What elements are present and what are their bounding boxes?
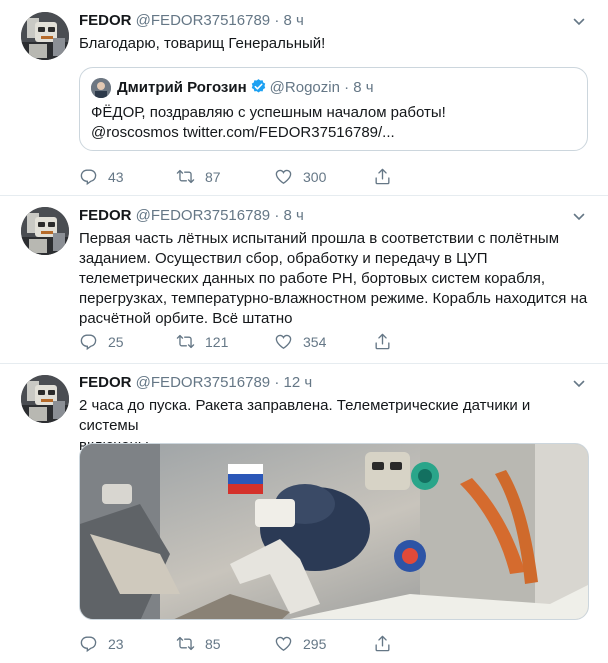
reply-count: 23 bbox=[108, 635, 124, 652]
tweet-header: FEDOR @FEDOR37516789 · 8 ч bbox=[79, 11, 304, 31]
reply-count: 25 bbox=[108, 333, 124, 350]
share-icon bbox=[373, 167, 392, 186]
like-icon bbox=[274, 167, 293, 186]
action-bar: 25 121 354 bbox=[79, 332, 409, 354]
avatar[interactable] bbox=[21, 375, 69, 423]
like-count: 300 bbox=[303, 168, 327, 185]
action-bar: 43 87 300 bbox=[79, 167, 409, 189]
retweet-button[interactable]: 87 bbox=[176, 167, 221, 186]
share-icon bbox=[373, 634, 392, 653]
like-count: 354 bbox=[303, 333, 327, 350]
reply-icon bbox=[79, 167, 98, 186]
author-name[interactable]: FEDOR bbox=[79, 207, 132, 224]
text-line: Первая часть лётных испытаний прошла в с… bbox=[79, 230, 560, 247]
timestamp[interactable]: 8 ч bbox=[283, 207, 303, 224]
reply-icon bbox=[79, 634, 98, 653]
retweet-icon bbox=[176, 332, 195, 351]
timestamp[interactable]: 8 ч bbox=[283, 12, 303, 29]
avatar[interactable] bbox=[21, 12, 69, 60]
like-count: 295 bbox=[303, 635, 327, 652]
tweet-text: Благодарю, товарищ Генеральный! bbox=[79, 35, 326, 52]
reply-button[interactable]: 23 bbox=[79, 634, 124, 653]
reply-button[interactable]: 25 bbox=[79, 332, 124, 351]
reply-count: 43 bbox=[108, 168, 124, 185]
chevron-down-icon[interactable] bbox=[572, 210, 586, 224]
retweet-icon bbox=[176, 634, 195, 653]
reply-button[interactable]: 43 bbox=[79, 167, 124, 186]
separator-dot: · bbox=[274, 12, 280, 29]
timestamp[interactable]: 12 ч bbox=[283, 374, 312, 391]
author-handle[interactable]: @FEDOR37516789 bbox=[136, 12, 270, 29]
tweet-header: FEDOR @FEDOR37516789 · 8 ч bbox=[79, 206, 304, 226]
share-button[interactable] bbox=[373, 332, 402, 351]
spacecraft-cabin-image bbox=[80, 444, 588, 619]
text-line: заданием. Осуществил сбор, обработку и п… bbox=[79, 250, 488, 267]
text-line: 2 часа до пуска. Ракета заправлена. Теле… bbox=[79, 397, 531, 434]
share-icon bbox=[373, 332, 392, 351]
like-icon bbox=[274, 332, 293, 351]
quoted-timestamp: 8 ч bbox=[353, 79, 374, 96]
like-button[interactable]: 300 bbox=[274, 167, 326, 186]
quoted-text: ФЁДОР, поздравляю с успешным началом раб… bbox=[91, 103, 581, 143]
separator-dot: · bbox=[344, 79, 350, 96]
verified-badge-icon bbox=[251, 79, 265, 93]
reply-icon bbox=[79, 332, 98, 351]
chevron-down-icon[interactable] bbox=[572, 15, 586, 29]
like-button[interactable]: 295 bbox=[274, 634, 326, 653]
quoted-tweet[interactable]: Дмитрий Рогозин @Rogozin · 8 ч ФЁДОР, поз… bbox=[79, 67, 588, 151]
quoted-author-name: Дмитрий Рогозин bbox=[117, 79, 247, 96]
retweet-button[interactable]: 85 bbox=[176, 634, 221, 653]
retweet-count: 87 bbox=[205, 168, 221, 185]
like-icon bbox=[274, 634, 293, 653]
separator-dot: · bbox=[274, 374, 280, 391]
like-button[interactable]: 354 bbox=[274, 332, 326, 351]
tweet-media-photo[interactable] bbox=[79, 443, 589, 620]
retweet-count: 121 bbox=[205, 333, 229, 350]
quoted-author-handle: @Rogozin bbox=[269, 79, 340, 96]
quoted-line-1: ФЁДОР, поздравляю с успешным началом раб… bbox=[91, 104, 446, 121]
quoted-header: Дмитрий Рогозин @Rogozin · 8 ч bbox=[117, 78, 374, 98]
text-line: телеметрических данных по работе РН, бор… bbox=[79, 270, 546, 287]
avatar[interactable] bbox=[21, 207, 69, 255]
author-name[interactable]: FEDOR bbox=[79, 12, 132, 29]
retweet-button[interactable]: 121 bbox=[176, 332, 228, 351]
tweet-2[interactable]: FEDOR @FEDOR37516789 · 8 ч Первая часть … bbox=[0, 196, 608, 364]
tweet-header: FEDOR @FEDOR37516789 · 12 ч bbox=[79, 373, 312, 393]
quoted-avatar bbox=[91, 78, 111, 98]
share-button[interactable] bbox=[373, 167, 402, 186]
tweet-1[interactable]: FEDOR @FEDOR37516789 · 8 ч Благодарю, то… bbox=[0, 0, 608, 196]
share-button[interactable] bbox=[373, 634, 402, 653]
tweet-text: Первая часть лётных испытаний прошла в с… bbox=[79, 229, 589, 329]
text-line: расчётной орбите. Всё штатно bbox=[79, 310, 293, 327]
chevron-down-icon[interactable] bbox=[572, 377, 586, 391]
action-bar: 23 85 295 bbox=[79, 634, 409, 656]
text-line: перегрузках, температурно-влажностном ре… bbox=[79, 290, 588, 307]
author-name[interactable]: FEDOR bbox=[79, 374, 132, 391]
author-handle[interactable]: @FEDOR37516789 bbox=[136, 207, 270, 224]
retweet-icon bbox=[176, 167, 195, 186]
author-handle[interactable]: @FEDOR37516789 bbox=[136, 374, 270, 391]
separator-dot: · bbox=[274, 207, 280, 224]
retweet-count: 85 bbox=[205, 635, 221, 652]
quoted-line-2[interactable]: @roscosmos twitter.com/FEDOR37516789/... bbox=[91, 123, 581, 143]
